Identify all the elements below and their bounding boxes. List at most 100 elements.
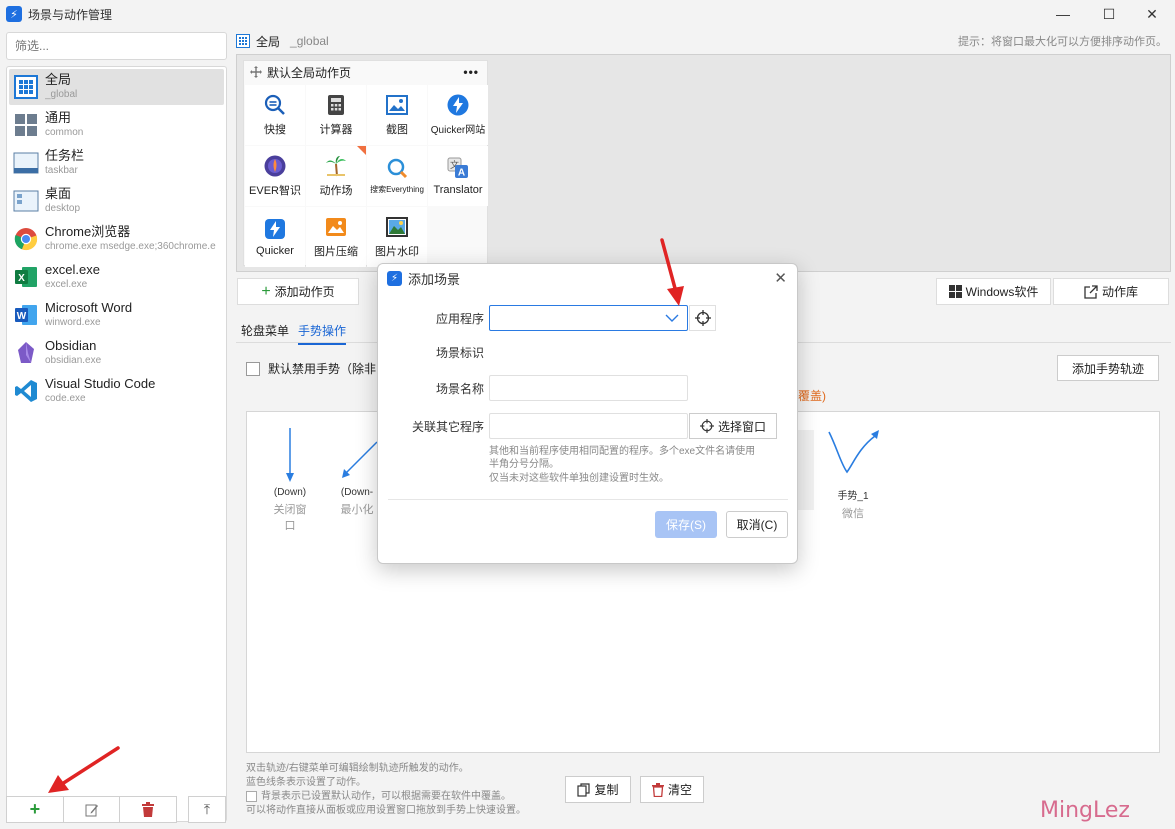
scene-name: Obsidian bbox=[45, 338, 97, 353]
action-page-header: 默认全局动作页 ••• bbox=[244, 61, 487, 83]
disable-gesture-label: 默认禁用手势（除非 bbox=[268, 362, 377, 376]
quicker-app-icon bbox=[264, 218, 286, 240]
app-label: 应用程序 bbox=[435, 312, 484, 326]
scene-item-excel[interactable]: X excel.exe excel.exe bbox=[9, 259, 224, 295]
scene-item-global[interactable]: 全局 _global bbox=[9, 69, 224, 105]
scene-name: Visual Studio Code bbox=[45, 376, 156, 391]
action-tile-quicker[interactable]: Quicker bbox=[245, 207, 305, 267]
arrow-down-left-icon bbox=[342, 441, 378, 478]
gesture-name: (Down- bbox=[340, 487, 374, 498]
add-action-page-button[interactable]: + 添加动作页 bbox=[237, 278, 359, 305]
pick-window-button[interactable]: 选择窗口 bbox=[689, 413, 777, 439]
dialog-divider bbox=[388, 499, 788, 500]
scene-sub: _global bbox=[45, 89, 78, 100]
add-scene-button[interactable]: + bbox=[7, 797, 64, 822]
scene-item-common[interactable]: 通用 common bbox=[9, 107, 224, 143]
action-page-card[interactable]: 默认全局动作页 ••• 快搜 计算器 截图 Quicker网站 EVER智识 动… bbox=[243, 60, 488, 267]
scene-item-chrome[interactable]: Chrome浏览器 chrome.exe msedge.exe;360chrome… bbox=[9, 221, 224, 257]
action-tile-image-watermark[interactable]: 图片水印 bbox=[367, 207, 427, 267]
action-library-button[interactable]: 动作库 bbox=[1053, 278, 1169, 305]
scene-id-label: 场景标识 bbox=[435, 346, 484, 360]
chevron-down-icon bbox=[665, 314, 679, 322]
note-line-3: 背景表示已设置默认动作，可以根据需要在软件中覆盖。 bbox=[246, 787, 511, 802]
scene-sub: obsidian.exe bbox=[45, 355, 102, 366]
scene-item-desktop[interactable]: 桌面 desktop bbox=[9, 183, 224, 219]
scene-item-vscode[interactable]: Visual Studio Code code.exe bbox=[9, 373, 224, 409]
corner-badge bbox=[357, 146, 366, 155]
tile-label: 图片压缩 bbox=[314, 245, 358, 258]
scene-item-word[interactable]: W Microsoft Word winword.exe bbox=[9, 297, 224, 333]
image-watermark-icon bbox=[386, 216, 408, 238]
action-tile-quick-search[interactable]: 快搜 bbox=[245, 85, 305, 145]
scene-name: 任务栏 bbox=[45, 148, 85, 163]
action-tile-calculator[interactable]: 计算器 bbox=[306, 85, 366, 145]
cancel-button[interactable]: 取消(C) bbox=[726, 511, 788, 538]
action-tile-ever[interactable]: EVER智识 bbox=[245, 146, 305, 206]
tile-label: 动作场 bbox=[319, 184, 353, 197]
related-app-input[interactable] bbox=[489, 413, 688, 439]
ever-icon bbox=[264, 155, 286, 177]
add-scene-dialog: ⚡ 添加场景 ✕ 应用程序 场景标识 场景名称 关联其它程序 选择窗口 其他和当… bbox=[377, 263, 798, 564]
add-gesture-trace-button[interactable]: 添加手势轨迹 bbox=[1057, 355, 1159, 381]
dialog-title: 添加场景 bbox=[408, 271, 461, 287]
scene-sub: winword.exe bbox=[45, 317, 101, 328]
tile-label: EVER智识 bbox=[249, 184, 301, 197]
copy-label: 复制 bbox=[594, 783, 619, 797]
scene-item-taskbar[interactable]: 任务栏 taskbar bbox=[9, 145, 224, 181]
tile-label: 快搜 bbox=[264, 123, 286, 136]
maximize-button[interactable]: ☐ bbox=[1086, 0, 1132, 28]
save-button[interactable]: 保存(S) bbox=[655, 511, 717, 538]
scene-sub: code.exe bbox=[45, 393, 86, 404]
action-tile-action-field[interactable]: 动作场 bbox=[306, 146, 366, 206]
chrome-icon bbox=[13, 226, 39, 252]
disable-gesture-checkbox[interactable] bbox=[246, 361, 260, 376]
dialog-close-button[interactable]: ✕ bbox=[774, 269, 787, 287]
gesture-down[interactable]: (Down) 关闭窗口 bbox=[269, 428, 311, 533]
clear-button[interactable]: 清空 bbox=[640, 776, 704, 803]
add-page-label: 添加动作页 bbox=[274, 285, 335, 299]
scene-name-input[interactable] bbox=[489, 375, 688, 401]
action-library-label: 动作库 bbox=[1101, 285, 1138, 299]
move-top-button[interactable]: ⤒ bbox=[188, 796, 226, 823]
gesture-custom-1[interactable]: 手势_1 微信 bbox=[823, 428, 883, 521]
vscode-icon bbox=[13, 378, 39, 404]
edit-scene-button[interactable] bbox=[64, 797, 121, 822]
gesture-name: (Down) bbox=[273, 487, 307, 498]
tile-label: Translator bbox=[433, 183, 483, 196]
tab-wheel-menu[interactable]: 轮盘菜单 bbox=[241, 322, 289, 339]
copy-button[interactable]: 复制 bbox=[565, 776, 631, 803]
scene-name: excel.exe bbox=[45, 262, 100, 277]
disable-gesture-option[interactable]: 默认禁用手势（除非 bbox=[246, 360, 376, 377]
palm-icon bbox=[325, 155, 347, 177]
tile-label: Quicker网站 bbox=[430, 125, 486, 136]
windows-software-button[interactable]: Windows软件 bbox=[936, 278, 1051, 305]
more-icon[interactable]: ••• bbox=[463, 65, 479, 79]
action-tile-translator[interactable]: 文A Translator bbox=[428, 146, 488, 206]
scene-header: 全局 _global 提示：将窗口最大化可以方便排序动作页。 bbox=[236, 32, 1171, 50]
app-select[interactable] bbox=[489, 305, 688, 331]
action-tile-image-compress[interactable]: 图片压缩 bbox=[306, 207, 366, 267]
scene-sub: common bbox=[45, 127, 84, 138]
scene-item-obsidian[interactable]: Obsidian obsidian.exe bbox=[9, 335, 224, 371]
window-title: 场景与动作管理 bbox=[28, 7, 113, 22]
close-button[interactable]: ✕ bbox=[1129, 0, 1175, 28]
filter-input[interactable] bbox=[6, 32, 227, 60]
minimize-button[interactable]: — bbox=[1040, 0, 1086, 28]
related-desc-1: 其他和当前程序使用相同配置的程序。多个exe文件名请使用 bbox=[489, 446, 756, 457]
gesture-down-left[interactable]: (Down- 最小化 bbox=[335, 428, 379, 517]
translator-icon: 文A bbox=[447, 157, 469, 179]
clear-label: 清空 bbox=[667, 783, 692, 797]
related-app-label: 关联其它程序 bbox=[411, 420, 484, 434]
action-tile-everything[interactable]: 搜索Everything bbox=[367, 146, 427, 206]
copy-icon bbox=[577, 782, 591, 797]
action-page-title: 默认全局动作页 bbox=[267, 65, 352, 80]
related-desc-2: 半角分号分隔。 bbox=[489, 459, 559, 470]
scene-sub: excel.exe bbox=[45, 279, 88, 290]
dialog-header: ⚡ 添加场景 ✕ bbox=[378, 264, 797, 292]
action-tile-quicker-site[interactable]: Quicker网站 bbox=[428, 85, 488, 145]
scene-sidebar: 全局 _global 通用 common 任务栏 taskbar 桌面 desktop bbox=[6, 32, 227, 822]
target-picker-button[interactable] bbox=[689, 305, 716, 331]
delete-scene-button[interactable] bbox=[120, 797, 176, 822]
scene-name: 全局 bbox=[45, 72, 72, 87]
action-tile-screenshot[interactable]: 截图 bbox=[367, 85, 427, 145]
